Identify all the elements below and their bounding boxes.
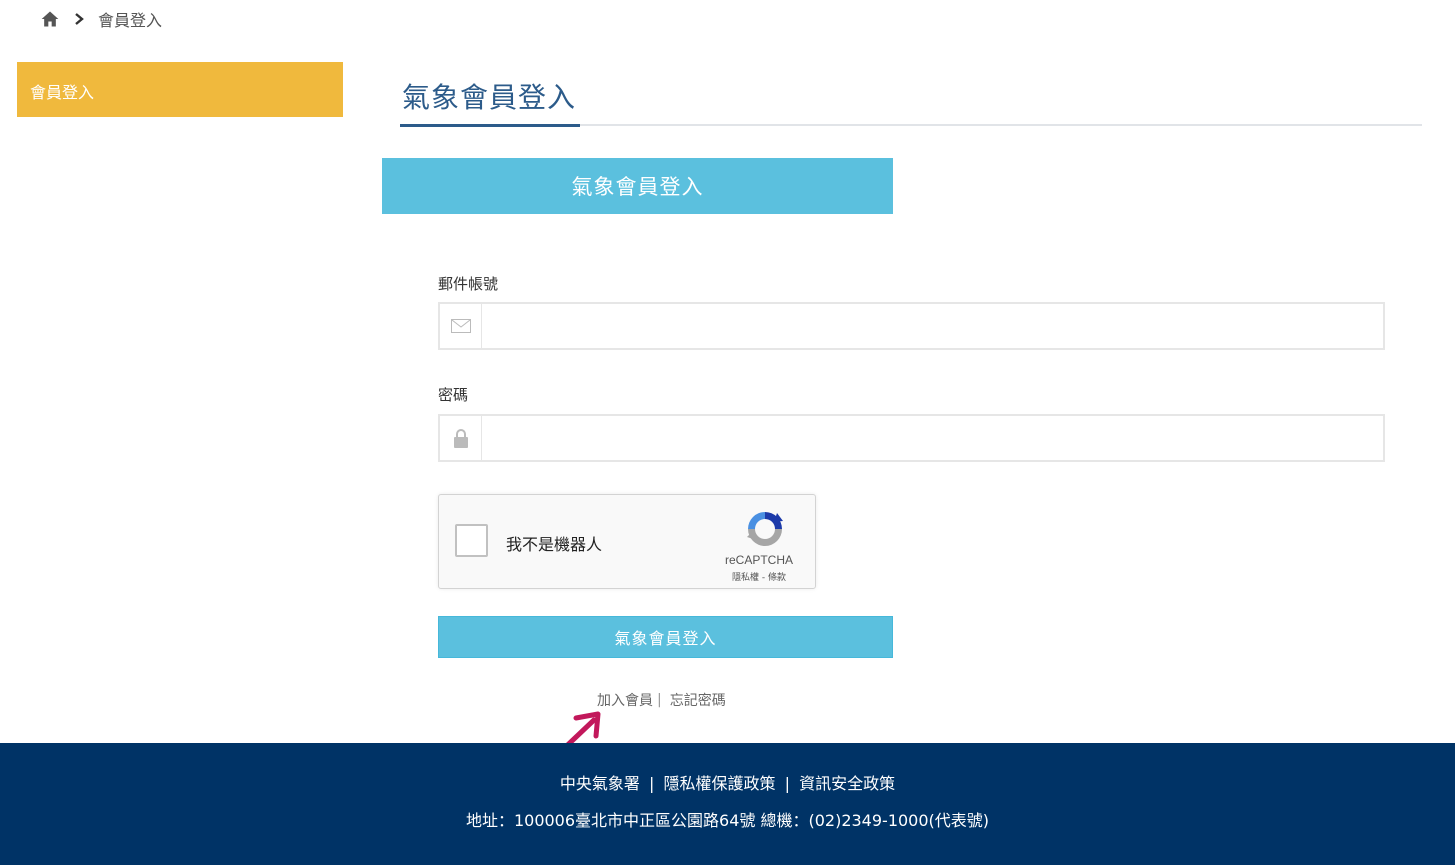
email-input[interactable] (482, 304, 1383, 348)
password-label: 密碼 (438, 386, 469, 404)
footer-separator: | (649, 774, 655, 793)
recaptcha-checkbox[interactable] (455, 524, 488, 557)
title-underline (400, 124, 580, 127)
account-links: 加入會員 | 忘記密碼 (597, 690, 726, 710)
footer-link-privacy[interactable]: 隱私權保護政策 (663, 774, 775, 793)
recaptcha-label: 我不是機器人 (506, 535, 603, 554)
breadcrumb: 會員登入 (40, 6, 162, 32)
login-submit-button[interactable]: 氣象會員登入 (438, 616, 893, 658)
recaptcha-terms-link[interactable]: 隱私權 - 條款 (717, 570, 801, 583)
email-field-group (438, 302, 1385, 350)
footer-links: 中央氣象署 | 隱私權保護政策 | 資訊安全政策 (0, 770, 1455, 794)
email-label: 郵件帳號 (438, 275, 499, 293)
forgot-password-link[interactable]: 忘記密碼 (670, 690, 726, 710)
login-banner: 氣象會員登入 (382, 158, 893, 214)
footer-address: 地址：100006臺北市中正區公園路64號 總機：(02)2349-1000(代… (465, 811, 990, 830)
footer-separator: | (784, 774, 790, 793)
recaptcha-logo-icon (747, 512, 783, 546)
footer: 中央氣象署 | 隱私權保護政策 | 資訊安全政策 地址：100006臺北市中正區… (0, 743, 1455, 865)
recaptcha-widget: 我不是機器人 reCAPTCHA 隱私權 - 條款 (438, 494, 816, 589)
recaptcha-brand: reCAPTCHA (724, 553, 793, 567)
sidebar-item-member-login[interactable]: 會員登入 (17, 62, 343, 117)
chevron-right-icon (75, 13, 84, 25)
footer-link-cwa[interactable]: 中央氣象署 (560, 774, 640, 793)
lock-icon (440, 416, 482, 460)
page-title: 氣象會員登入 (402, 81, 577, 114)
password-field-group (438, 414, 1385, 462)
link-separator: | (657, 692, 662, 708)
breadcrumb-current[interactable]: 會員登入 (98, 7, 162, 31)
join-member-link[interactable]: 加入會員 (597, 690, 653, 710)
password-input[interactable] (482, 416, 1383, 460)
home-icon[interactable] (40, 9, 60, 29)
sidebar: 會員登入 (17, 62, 343, 117)
footer-link-security[interactable]: 資訊安全政策 (799, 774, 895, 793)
envelope-icon (440, 304, 482, 348)
